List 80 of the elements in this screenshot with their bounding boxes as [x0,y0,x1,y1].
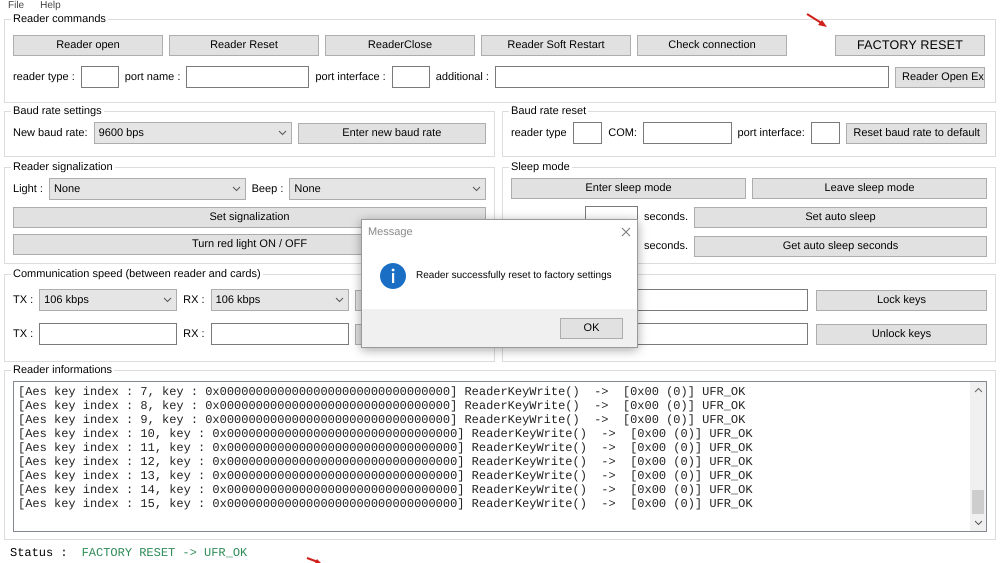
chevron-icon [472,186,481,192]
log-line: [Aes key index : 12, key : 0x00000000000000000000000000000000] ReaderKeyWrite() -> [0x00 (0)] UFR_OK [18,455,754,469]
dropdown[interactable]: None [289,178,486,200]
dropdown[interactable]: 106 kbps [210,289,349,311]
button[interactable]: Reader open [13,35,163,56]
dropdown[interactable]: None [48,178,246,200]
field-label: New baud rate: [13,126,88,141]
button[interactable]: Reader Reset [169,35,319,56]
chevron-icon [278,130,287,136]
input-field[interactable] [186,66,310,88]
button[interactable]: Reader Soft Restart [481,35,631,56]
scrollbar[interactable] [970,382,986,531]
field-label: TX : [13,326,34,342]
ok-button[interactable]: OK [560,318,623,338]
field-label: port interface: [738,126,805,141]
field-label: Light : [13,182,43,197]
log-line: [Aes key index : 13, key : 0x00000000000000000000000000000000] ReaderKeyWrite() -> [0x00 (0)] UFR_OK [18,469,754,483]
button[interactable]: Reset baud rate to default [846,122,987,144]
chevron-down-icon[interactable] [974,520,982,526]
field-label: reader type [511,126,567,141]
log-line: [Aes key index : 10, key : 0x00000000000000000000000000000000] ReaderKeyWrite() -> [0x00 (0)] UFR_OK [18,427,754,441]
field-label: reader type : [13,70,75,85]
menu-item[interactable]: File [8,0,24,11]
field-label: port interface : [315,70,386,85]
chevron-up-icon[interactable] [974,387,982,393]
field-label: seconds. [644,210,688,225]
arrow-icon [306,557,322,563]
dialog-message: Reader successfully reset to factory settings [416,269,612,283]
button[interactable]: Leave sleep mode [752,178,987,199]
button[interactable]: ReaderClose [325,35,475,56]
dropdown[interactable]: 106 kbps [39,289,178,311]
status-value: FACTORY RESET -> UFR_OK [82,545,248,562]
button[interactable]: Enter sleep mode [511,178,746,199]
button[interactable]: Get auto sleep seconds [694,236,987,256]
log-line: [Aes key index : 7, key : 0x00000000000000000000000000000000] ReaderKeyWrite() -> [0x00 (0)] UFR_OK [18,385,746,399]
field-label: TX : [13,292,34,308]
button[interactable]: FACTORY RESET [835,35,985,56]
button[interactable]: Unlock keys [816,324,987,344]
group-title: Baud rate reset [510,105,588,118]
button[interactable]: Check connection [637,35,787,56]
input-field[interactable] [494,66,889,88]
log-line: [Aes key index : 9, key : 0x00000000000000000000000000000000] ReaderKeyWrite() -> [0x00 (0)] UFR_OK [18,413,746,427]
button[interactable]: Set auto sleep [694,206,987,228]
group-title: Sleep mode [510,161,571,174]
input-field[interactable] [572,122,602,144]
group-title: Reader commands [12,13,107,26]
input-field[interactable] [642,122,732,144]
group-title: Communication speed (between reader and cards) [12,268,262,281]
group-title: Baud rate settings [12,105,103,118]
scrollbar-thumb[interactable] [972,490,984,514]
dropdown[interactable]: 9600 bps [94,122,292,144]
field-label: RX : [183,326,205,342]
log-line: [Aes key index : 11, key : 0x00000000000000000000000000000000] ReaderKeyWrite() -> [0x00 (0)] UFR_OK [18,441,754,455]
input-field[interactable] [210,323,349,345]
arrow-icon [806,13,828,28]
field-label: port name : [124,70,180,85]
log-line: [Aes key index : 15, key : 0x00000000000000000000000000000000] ReaderKeyWrite() -> [0x00 (0)] UFR_OK [18,497,754,511]
group-title: Reader informations [12,364,114,377]
input-field[interactable] [810,122,840,144]
field-label: RX : [183,292,205,308]
chevron-icon [334,297,344,303]
menu-item[interactable]: Help [40,0,61,11]
field-label: additional : [436,70,489,85]
info-icon [380,262,406,288]
log-line: [Aes key index : 8, key : 0x00000000000000000000000000000000] ReaderKeyWrite() -> [0x00 (0)] UFR_OK [18,399,746,413]
status-label: Status : [10,545,68,562]
input-field[interactable] [80,66,119,88]
button[interactable]: Lock keys [816,290,987,310]
button[interactable]: Reader Open Ex [895,66,985,88]
chevron-icon [163,297,172,303]
button[interactable]: Enter new baud rate [298,122,486,144]
close-icon[interactable] [621,227,631,237]
chevron-icon [232,186,241,192]
field-label: Beep : [252,182,284,197]
group-title: Reader signalization [12,161,114,174]
input-field[interactable] [39,323,178,345]
field-label: COM: [608,126,637,141]
log-line: [Aes key index : 14, key : 0x00000000000000000000000000000000] ReaderKeyWrite() -> [0x00 (0)] UFR_OK [18,483,754,497]
input-field[interactable] [392,66,430,88]
field-label: seconds. [644,238,688,254]
